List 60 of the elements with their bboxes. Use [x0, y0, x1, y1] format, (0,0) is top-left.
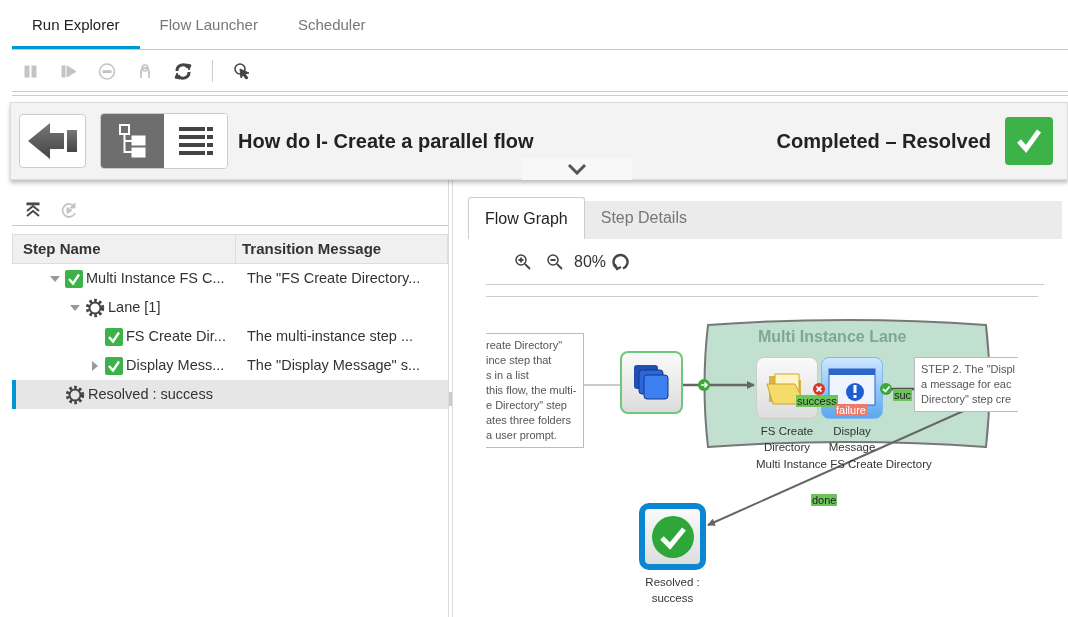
check-icon: [65, 269, 83, 288]
double-chevron-up-icon[interactable]: [24, 200, 42, 219]
error-icon: [813, 383, 825, 395]
cursor-icon[interactable]: [233, 61, 251, 80]
transition-message: The multi-instance step ...: [246, 326, 413, 346]
list-icon: [178, 126, 213, 156]
node-label: FS Create Directory: [759, 424, 815, 455]
tree-row[interactable]: Resolved : success: [12, 380, 448, 409]
edge-label: failure: [835, 404, 867, 416]
tree-row[interactable]: Lane [1]: [12, 293, 448, 322]
list-view-button[interactable]: [164, 114, 227, 168]
tab[interactable]: Scheduler: [277, 13, 386, 49]
node-label: Display Message: [827, 424, 877, 455]
stacked-squares-icon: [631, 362, 672, 403]
step-name: Multi Instance FS C...: [86, 268, 225, 288]
resolved-node[interactable]: [639, 503, 706, 570]
transition-message: The "FS Create Directory...: [246, 268, 421, 288]
arrow-circle-icon: [698, 379, 710, 391]
chevron-down-icon: [567, 163, 587, 175]
transition-message: The "Display Message" s...: [246, 355, 421, 375]
node-label: Resolved : success: [644, 575, 701, 602]
tree-view-button[interactable]: [101, 114, 164, 168]
start-node[interactable]: [620, 351, 683, 414]
check-icon: [880, 383, 892, 395]
gear-icon: [65, 384, 85, 405]
edge-label: suc: [893, 389, 913, 401]
lane-title: Multi Instance Lane: [758, 327, 907, 347]
edge-label: done: [811, 494, 838, 506]
flow-title: How do I- Create a parallel flow: [238, 129, 534, 154]
check-circle-icon: [649, 513, 696, 560]
back-button[interactable]: [19, 114, 86, 168]
zoom-in-icon[interactable]: [514, 252, 532, 271]
check-icon: [105, 327, 123, 346]
column-header: Transition Message: [241, 238, 382, 259]
step-name: Lane [1]: [108, 297, 161, 317]
edge-label: success: [796, 395, 838, 407]
note: reate Directory" ince step that s in a list this flow, the multi- e Directory" step ates three folders a user prompt.: [486, 333, 584, 448]
expand-button[interactable]: [522, 158, 632, 180]
note: STEP 2. The "Displ a message for eac Directory" step cre: [914, 357, 1018, 412]
check-icon: [105, 356, 123, 375]
tab[interactable]: Run Explorer: [12, 13, 140, 49]
step-name: FS Create Dir...: [126, 326, 226, 346]
column-header: Step Name: [13, 235, 236, 263]
tree-icon: [117, 123, 148, 159]
tree-row[interactable]: FS Create Dir... The multi-instance step ...: [12, 322, 448, 351]
tab[interactable]: Flow Launcher: [139, 13, 278, 49]
zoom-out-icon[interactable]: [546, 252, 564, 271]
check-icon: [1005, 117, 1053, 165]
gear-icon: [85, 297, 105, 318]
zoom-level: 80%: [574, 251, 607, 272]
tree-row[interactable]: Multi Instance FS C... The "FS Create Directory...: [12, 264, 448, 293]
tab[interactable]: Step Details: [584, 197, 703, 239]
reset-zoom-icon[interactable]: [612, 252, 631, 271]
run-status: Completed – Resolved: [776, 129, 991, 154]
step-name: Display Mess...: [126, 355, 225, 375]
step-name: Resolved : success: [88, 384, 213, 404]
refresh-icon[interactable]: [174, 61, 192, 80]
tree-row[interactable]: Display Mess... The "Display Message" s...: [12, 351, 448, 380]
arrow: [683, 381, 755, 389]
tab[interactable]: Flow Graph: [468, 197, 585, 239]
